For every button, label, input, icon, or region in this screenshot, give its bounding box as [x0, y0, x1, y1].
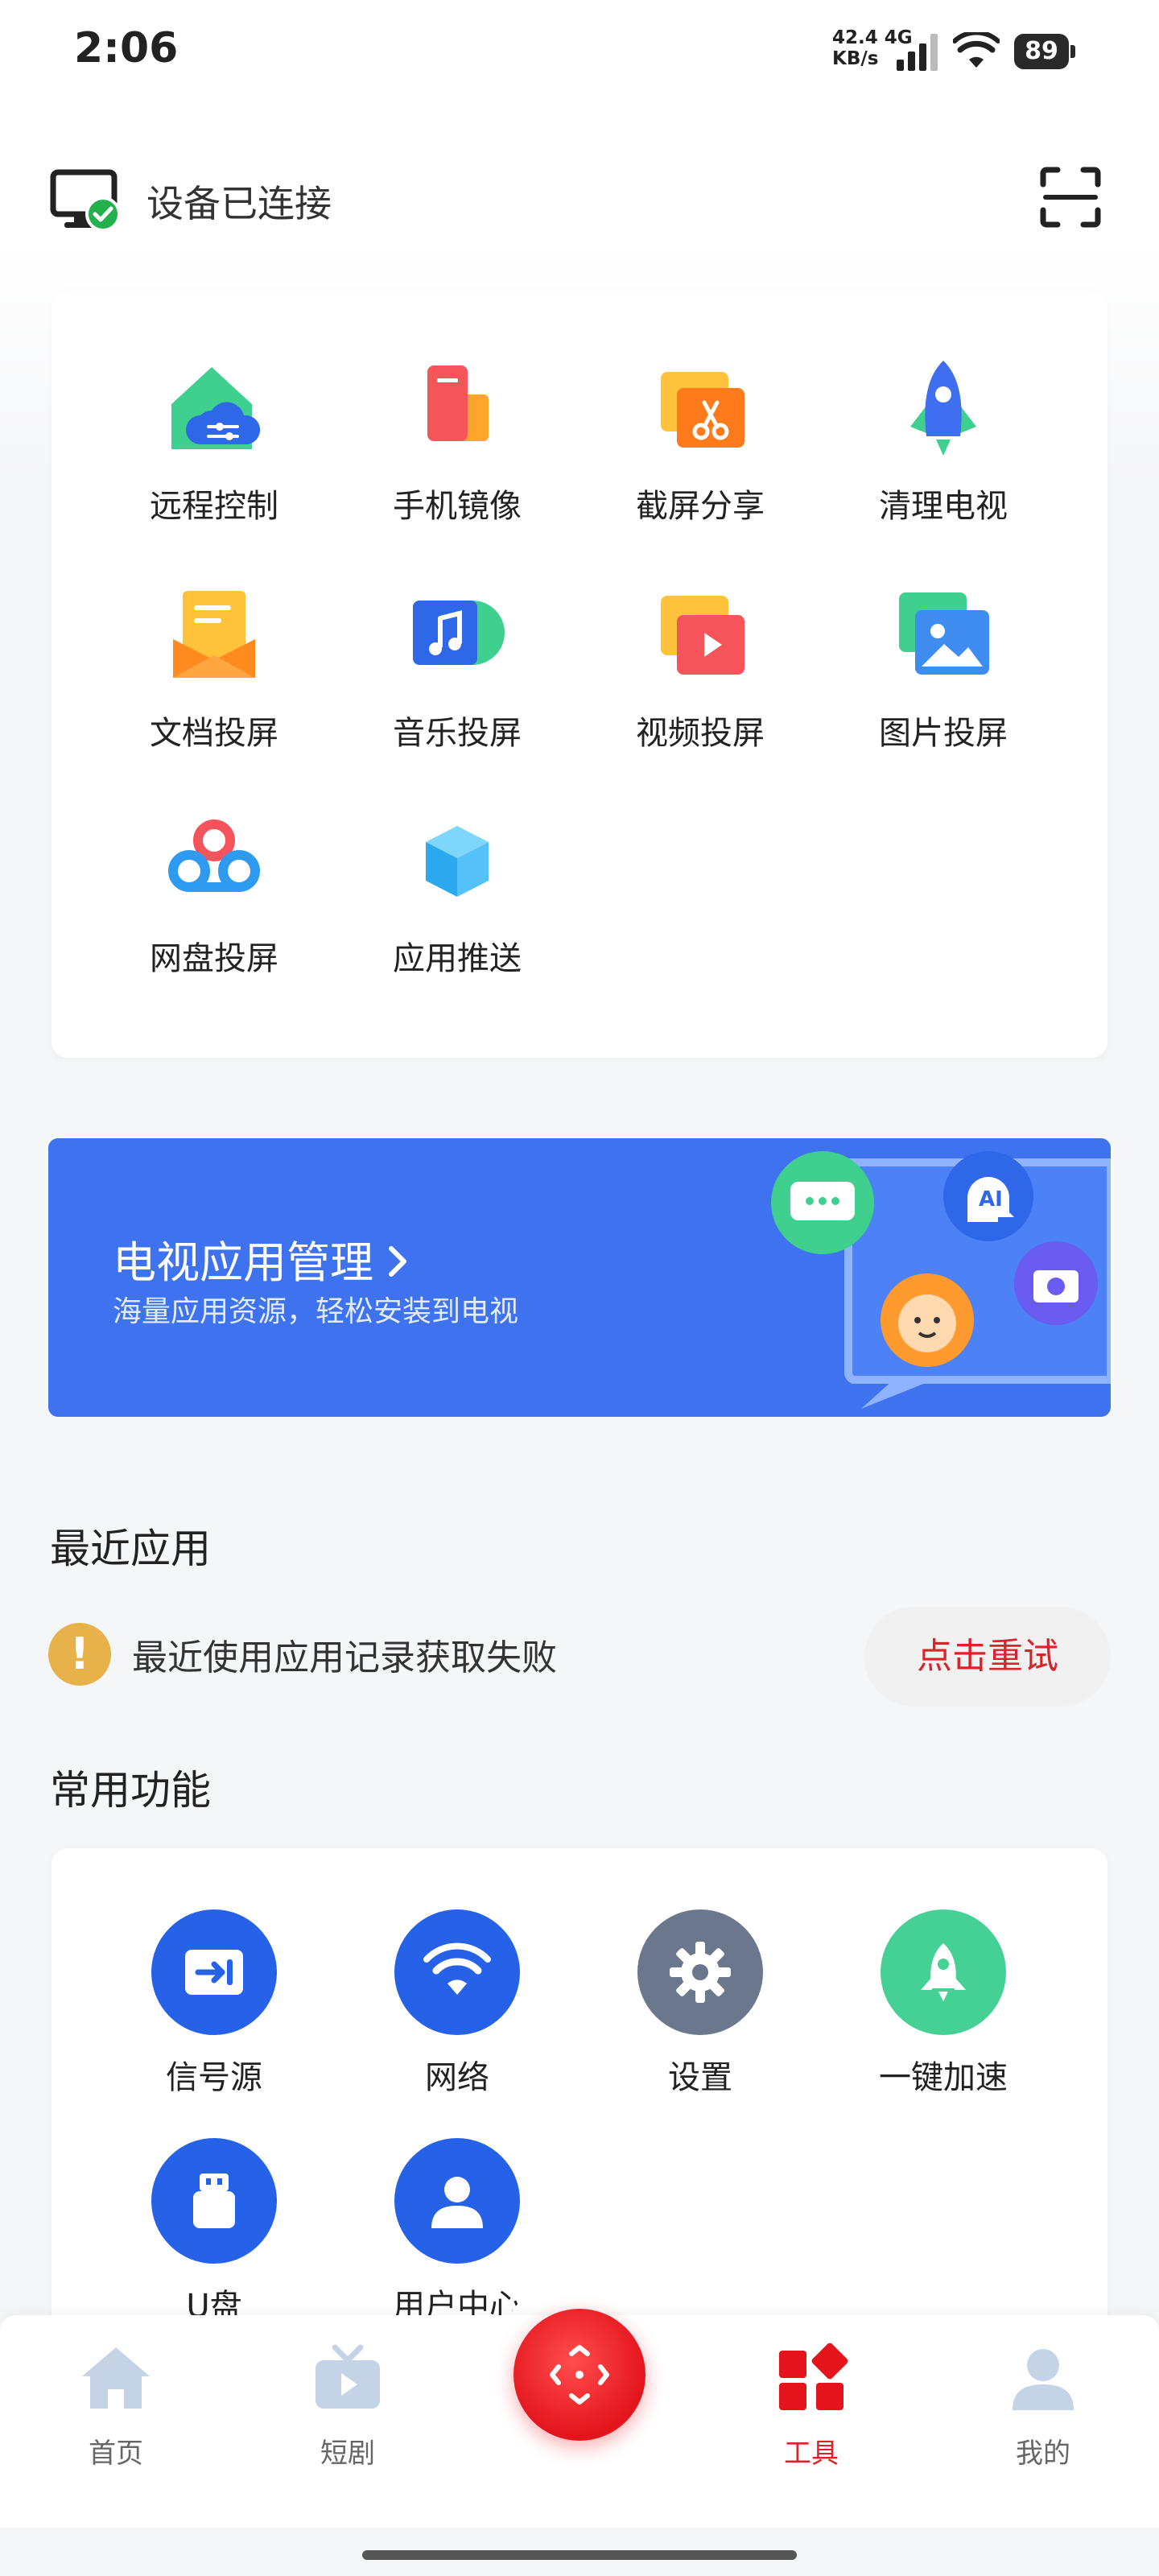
user-icon — [431, 2177, 483, 2228]
tool-app-push[interactable]: 应用推送 — [336, 808, 578, 979]
ai-badge-text: AI — [979, 1187, 1003, 1212]
function-label: 信号源 — [166, 2059, 262, 2096]
recent-apps-error-text: 最近使用应用记录获取失败 — [132, 1637, 557, 1678]
nav-label: 短剧 — [320, 2438, 375, 2470]
function-signal-source[interactable]: 信号源 — [93, 1909, 335, 2098]
home-indicator[interactable] — [362, 2550, 797, 2560]
screenshot-share-icon — [661, 372, 744, 448]
tool-image-cast[interactable]: 图片投屏 — [823, 583, 1064, 753]
nav-label: 首页 — [89, 2438, 143, 2470]
tv-icon — [316, 2344, 380, 2409]
monitor-connected-icon — [50, 169, 121, 232]
remote-control-icon — [171, 367, 261, 449]
rocket-icon — [921, 1943, 966, 2001]
document-cast-icon — [173, 591, 255, 678]
function-settings[interactable]: 设置 — [580, 1909, 821, 2098]
remote-icon — [550, 2345, 609, 2405]
signal-icon — [897, 34, 938, 71]
tool-document-cast[interactable]: 文档投屏 — [93, 583, 335, 753]
scan-icon[interactable] — [1038, 165, 1103, 229]
banner-illustration: AI — [771, 1151, 1111, 1409]
network-speed: 42.4 4G KB/s — [832, 27, 913, 69]
tool-label: 手机镜像 — [393, 488, 522, 525]
tv-app-management-banner[interactable]: AI 电视应用管理 海量应用资源，轻松安装到电视 — [48, 1138, 1111, 1417]
retry-button[interactable]: 点击重试 — [864, 1607, 1111, 1707]
tool-label: 视频投屏 — [636, 715, 765, 752]
function-network[interactable]: 网络 — [336, 1909, 578, 2098]
tool-phone-mirror[interactable]: 手机镜像 — [336, 356, 578, 526]
function-icon-bg — [394, 1909, 520, 2035]
function-icon-bg — [394, 2138, 520, 2264]
warning-icon: ! — [48, 1623, 111, 1686]
profile-icon — [1013, 2349, 1074, 2410]
tool-label: 网盘投屏 — [150, 940, 278, 977]
nav-item-short-drama[interactable]: 短剧 — [267, 2339, 428, 2471]
function-label: 一键加速 — [879, 2059, 1008, 2096]
common-functions-title: 常用功能 — [50, 1767, 211, 1814]
chevron-right-icon — [389, 1246, 406, 1277]
usb-drive-icon — [193, 2174, 235, 2228]
recent-apps-title: 最近应用 — [50, 1525, 211, 1572]
nav-item-tools[interactable]: 工具 — [731, 2339, 892, 2471]
app-push-icon — [426, 826, 489, 897]
nav-label: 我的 — [1016, 2438, 1070, 2470]
tools-icon — [779, 2343, 848, 2410]
tool-label: 应用推送 — [393, 940, 522, 977]
page: 2:06 42.4 4G KB/s 89 设备已连接 远程控制 手机镜像 截屏分… — [0, 0, 1159, 2576]
network-speed-unit: KB/s — [832, 48, 879, 69]
tool-cloud-drive-cast[interactable]: 网盘投屏 — [93, 808, 335, 979]
recent-apps-error: ! 最近使用应用记录获取失败 — [48, 1623, 557, 1686]
status-time: 2:06 — [74, 24, 179, 72]
tool-label: 远程控制 — [150, 488, 278, 525]
tool-label: 文档投屏 — [150, 715, 278, 752]
image-cast-icon — [899, 592, 989, 675]
tool-label: 图片投屏 — [879, 715, 1008, 752]
function-icon-bg — [151, 2138, 277, 2264]
tools-card: 远程控制 手机镜像 截屏分享 清理电视 文档投屏 音乐投屏 视频投屏 图片投屏 … — [52, 291, 1107, 1058]
wifi-status-icon — [953, 32, 1000, 68]
nav-label: 工具 — [784, 2438, 839, 2470]
remote-control-button[interactable] — [514, 2309, 645, 2441]
gear-icon — [670, 1942, 731, 2003]
battery-level: 89 — [1014, 34, 1069, 69]
home-icon — [82, 2347, 150, 2409]
clean-tv-icon — [910, 361, 976, 456]
network-speed-value: 42.4 4G — [832, 27, 913, 48]
cloud-drive-cast-icon — [168, 819, 260, 892]
function-icon-bg — [151, 1909, 277, 2035]
tool-screenshot-share[interactable]: 截屏分享 — [580, 356, 821, 526]
music-cast-icon — [413, 601, 505, 665]
signal-source-icon — [185, 1950, 243, 1995]
tool-video-cast[interactable]: 视频投屏 — [580, 583, 821, 753]
function-usb-drive[interactable]: U盘 — [93, 2138, 335, 2326]
battery-icon: 89 — [1014, 34, 1075, 69]
tool-label: 截屏分享 — [636, 488, 765, 525]
tool-remote-control[interactable]: 远程控制 — [93, 356, 335, 526]
device-status-label: 设备已连接 — [146, 182, 332, 225]
tool-label: 清理电视 — [879, 488, 1008, 525]
function-label: 设置 — [668, 2059, 732, 2096]
tool-music-cast[interactable]: 音乐投屏 — [336, 583, 578, 753]
wifi-icon — [423, 1942, 491, 1995]
nav-item-profile[interactable]: 我的 — [963, 2339, 1124, 2471]
device-status[interactable]: 设备已连接 — [50, 165, 332, 237]
function-speed-boost[interactable]: 一键加速 — [823, 1909, 1064, 2098]
tool-label: 音乐投屏 — [393, 715, 522, 752]
banner-title: 电视应用管理 — [113, 1227, 409, 1290]
banner-subtitle: 海量应用资源，轻松安装到电视 — [113, 1295, 519, 1328]
phone-mirror-icon — [427, 365, 489, 441]
function-icon-bg — [881, 1909, 1006, 2035]
status-bar: 2:06 42.4 4G KB/s 89 — [0, 0, 1159, 105]
function-icon-bg — [637, 1909, 763, 2035]
nav-item-home[interactable]: 首页 — [35, 2339, 196, 2471]
function-label: 网络 — [425, 2059, 489, 2096]
video-cast-icon — [661, 596, 744, 675]
tool-clean-tv[interactable]: 清理电视 — [823, 356, 1064, 526]
